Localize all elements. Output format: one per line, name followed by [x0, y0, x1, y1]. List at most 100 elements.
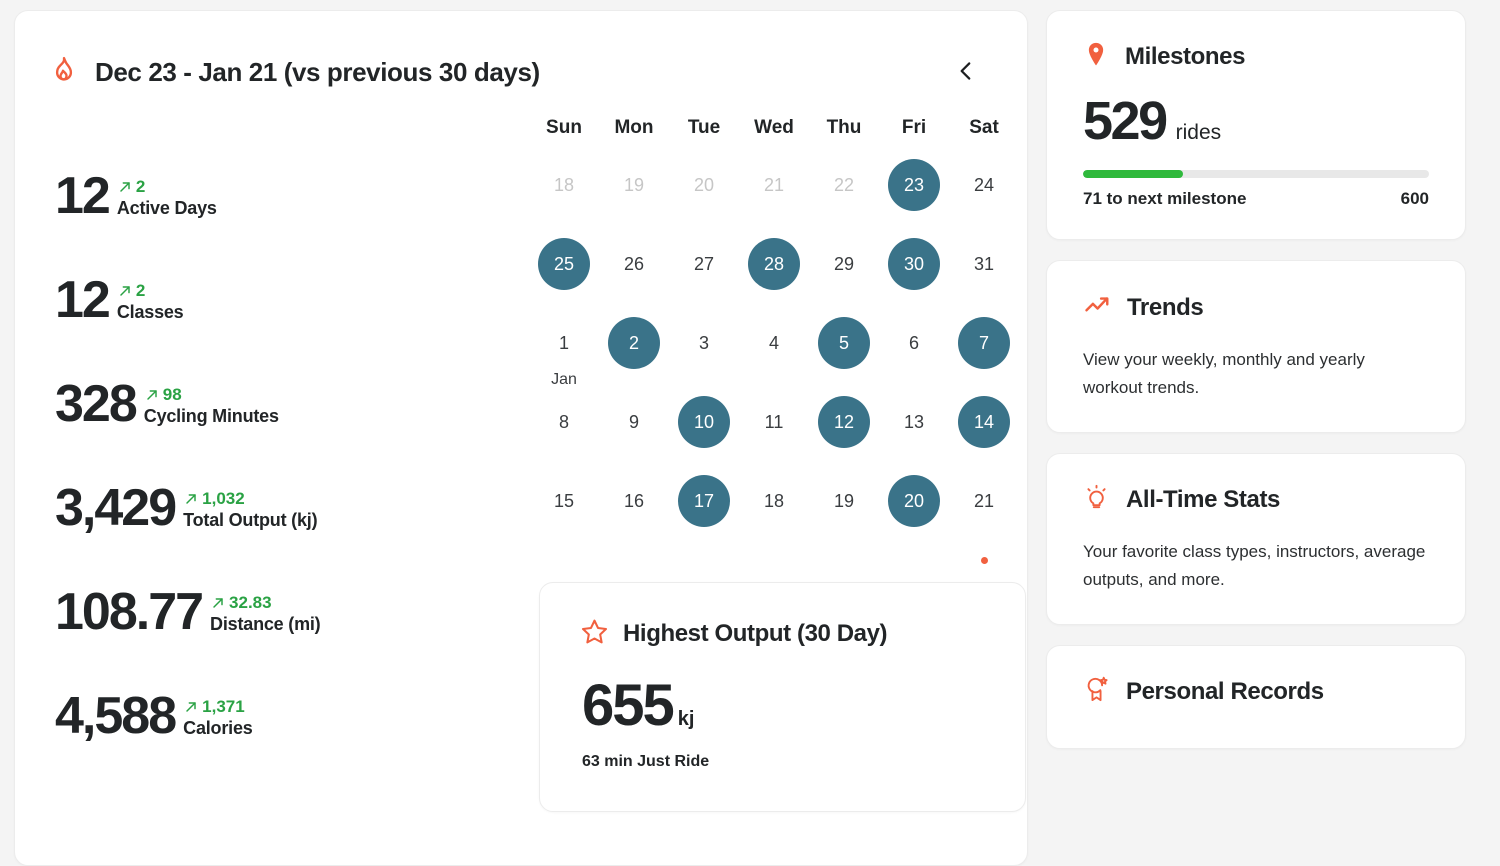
calendar-grid: Sun Mon Tue Wed Thu Fri Sat 18 19 20 21 22 23 24 25 26 2…: [529, 117, 1019, 564]
all-time-stats-title: All-Time Stats: [1126, 486, 1280, 514]
calendar-day[interactable]: 6: [888, 317, 940, 369]
calendar-day[interactable]: 19: [608, 159, 660, 211]
calendar-column: Sun Mon Tue Wed Thu Fri Sat 18 19 20 21 22 23 24 25 26 2…: [519, 117, 1026, 812]
calendar-day-active[interactable]: 14: [958, 396, 1010, 448]
milestones-footer: 71 to next milestone 600: [1083, 189, 1429, 209]
milestones-title: Milestones: [1125, 42, 1246, 70]
stat-value: 3,429: [55, 478, 177, 537]
calendar-cell: 7: [949, 317, 1019, 396]
calendar-day[interactable]: 13: [888, 396, 940, 448]
milestones-progress-track: [1083, 170, 1429, 178]
calendar-day[interactable]: 29: [818, 238, 870, 290]
calendar-day-active[interactable]: 17: [678, 475, 730, 527]
stat-value: 12: [55, 270, 111, 329]
star-icon: [580, 617, 609, 651]
calendar-cell: 31: [949, 238, 1019, 317]
calendar-day-active[interactable]: 7: [958, 317, 1010, 369]
stat-value: 108.77: [55, 582, 204, 641]
arrow-up-right-icon: [117, 283, 133, 299]
stat-label: Cycling Minutes: [143, 406, 279, 426]
calendar-cell: 17: [669, 475, 739, 554]
calendar-day[interactable]: 16: [608, 475, 660, 527]
stat-row: 4,588 1,371 Calories: [55, 637, 519, 741]
calendar-day-active[interactable]: 2: [608, 317, 660, 369]
arrow-up-right-icon: [144, 387, 160, 403]
stat-detail: 2 Classes: [117, 281, 184, 325]
calendar-day[interactable]: 18: [538, 159, 590, 211]
stat-delta-value: 2: [135, 281, 146, 300]
arrow-up-right-icon: [117, 179, 133, 195]
all-time-stats-description: Your favorite class types, instructors, …: [1083, 542, 1426, 590]
calendar-day-active[interactable]: 10: [678, 396, 730, 448]
chevron-left-icon: [953, 58, 979, 87]
stats-list: 12 2 Active Days 12 2 Classes 328 98 Cycling Min…: [49, 117, 519, 812]
calendar-day[interactable]: 24: [958, 159, 1010, 211]
milestones-card[interactable]: Milestones 529 rides 71 to next mileston…: [1046, 10, 1466, 240]
highest-output-subtitle: 63 min Just Ride: [582, 753, 710, 770]
calendar-day[interactable]: 19: [818, 475, 870, 527]
summary-header: Dec 23 - Jan 21 (vs previous 30 days): [49, 51, 993, 93]
sidebar: Milestones 529 rides 71 to next mileston…: [1046, 10, 1466, 866]
calendar-day[interactable]: 15: [538, 475, 590, 527]
calendar-day[interactable]: 31: [958, 238, 1010, 290]
calendar-cell: 2: [599, 317, 669, 396]
stat-row: 3,429 1,032 Total Output (kj): [55, 429, 519, 533]
calendar-day[interactable]: 22: [818, 159, 870, 211]
trends-card[interactable]: Trends View your weekly, monthly and yea…: [1046, 260, 1466, 434]
stat-detail: 32.83 Distance (mi): [210, 593, 321, 637]
calendar-cell: 8: [529, 396, 599, 475]
calendar-cell: 27: [669, 238, 739, 317]
stat-row: 12 2 Classes: [55, 221, 519, 325]
calendar-cell: 24: [949, 159, 1019, 238]
highest-output-header: Highest Output (30 Day): [580, 617, 985, 651]
stat-label: Classes: [116, 302, 184, 322]
calendar-cell: 30: [879, 238, 949, 317]
calendar-day[interactable]: 21: [958, 475, 1010, 527]
stat-detail: 2 Active Days: [117, 177, 217, 221]
stat-delta-value: 32.83: [229, 593, 272, 612]
calendar-day[interactable]: 8: [538, 396, 590, 448]
calendar-day[interactable]: 4: [748, 317, 800, 369]
calendar-day[interactable]: 9: [608, 396, 660, 448]
stat-delta-value: 1,032: [202, 489, 245, 508]
personal-records-card[interactable]: Personal Records: [1046, 645, 1466, 750]
calendar-cell: 1 Jan: [529, 317, 599, 396]
calendar-day-active[interactable]: 5: [818, 317, 870, 369]
calendar-cell: 5: [809, 317, 879, 396]
calendar-day-active[interactable]: 28: [748, 238, 800, 290]
dashboard-page: Dec 23 - Jan 21 (vs previous 30 days) 12…: [0, 0, 1500, 866]
calendar-day[interactable]: 21: [748, 159, 800, 211]
calendar-cell: 3: [669, 317, 739, 396]
workout-summary-card: Dec 23 - Jan 21 (vs previous 30 days) 12…: [14, 10, 1028, 866]
milestones-unit: rides: [1175, 121, 1222, 144]
calendar-day[interactable]: 26: [608, 238, 660, 290]
calendar-day[interactable]: 1: [538, 317, 590, 369]
calendar-day-active[interactable]: 23: [888, 159, 940, 211]
stat-label: Total Output (kj): [183, 510, 318, 530]
back-button[interactable]: [945, 51, 987, 93]
calendar-day[interactable]: 27: [678, 238, 730, 290]
calendar-day[interactable]: 11: [748, 396, 800, 448]
stat-delta: 1,032: [183, 489, 317, 509]
flame-icon: [49, 55, 79, 90]
calendar-cell: 21: [949, 475, 1019, 564]
all-time-stats-header: All-Time Stats: [1083, 484, 1429, 516]
calendar-day[interactable]: 3: [678, 317, 730, 369]
calendar-day[interactable]: 18: [748, 475, 800, 527]
calendar-cell: 23: [879, 159, 949, 238]
calendar-cell: 10: [669, 396, 739, 475]
calendar-cell: 29: [809, 238, 879, 317]
calendar-day-active[interactable]: 12: [818, 396, 870, 448]
milestones-value-row: 529 rides: [1083, 94, 1429, 148]
calendar-day-active[interactable]: 25: [538, 238, 590, 290]
all-time-stats-card[interactable]: All-Time Stats Your favorite class types…: [1046, 453, 1466, 626]
calendar-day-active[interactable]: 20: [888, 475, 940, 527]
stat-delta-value: 2: [135, 177, 146, 196]
calendar-cell: 16: [599, 475, 669, 554]
calendar-day[interactable]: 20: [678, 159, 730, 211]
calendar-cell: 15: [529, 475, 599, 554]
summary-body: 12 2 Active Days 12 2 Classes 328 98 Cycling Min…: [49, 117, 1026, 812]
calendar-weekday-header: Mon: [614, 117, 654, 138]
calendar-cell: 9: [599, 396, 669, 475]
calendar-day-active[interactable]: 30: [888, 238, 940, 290]
